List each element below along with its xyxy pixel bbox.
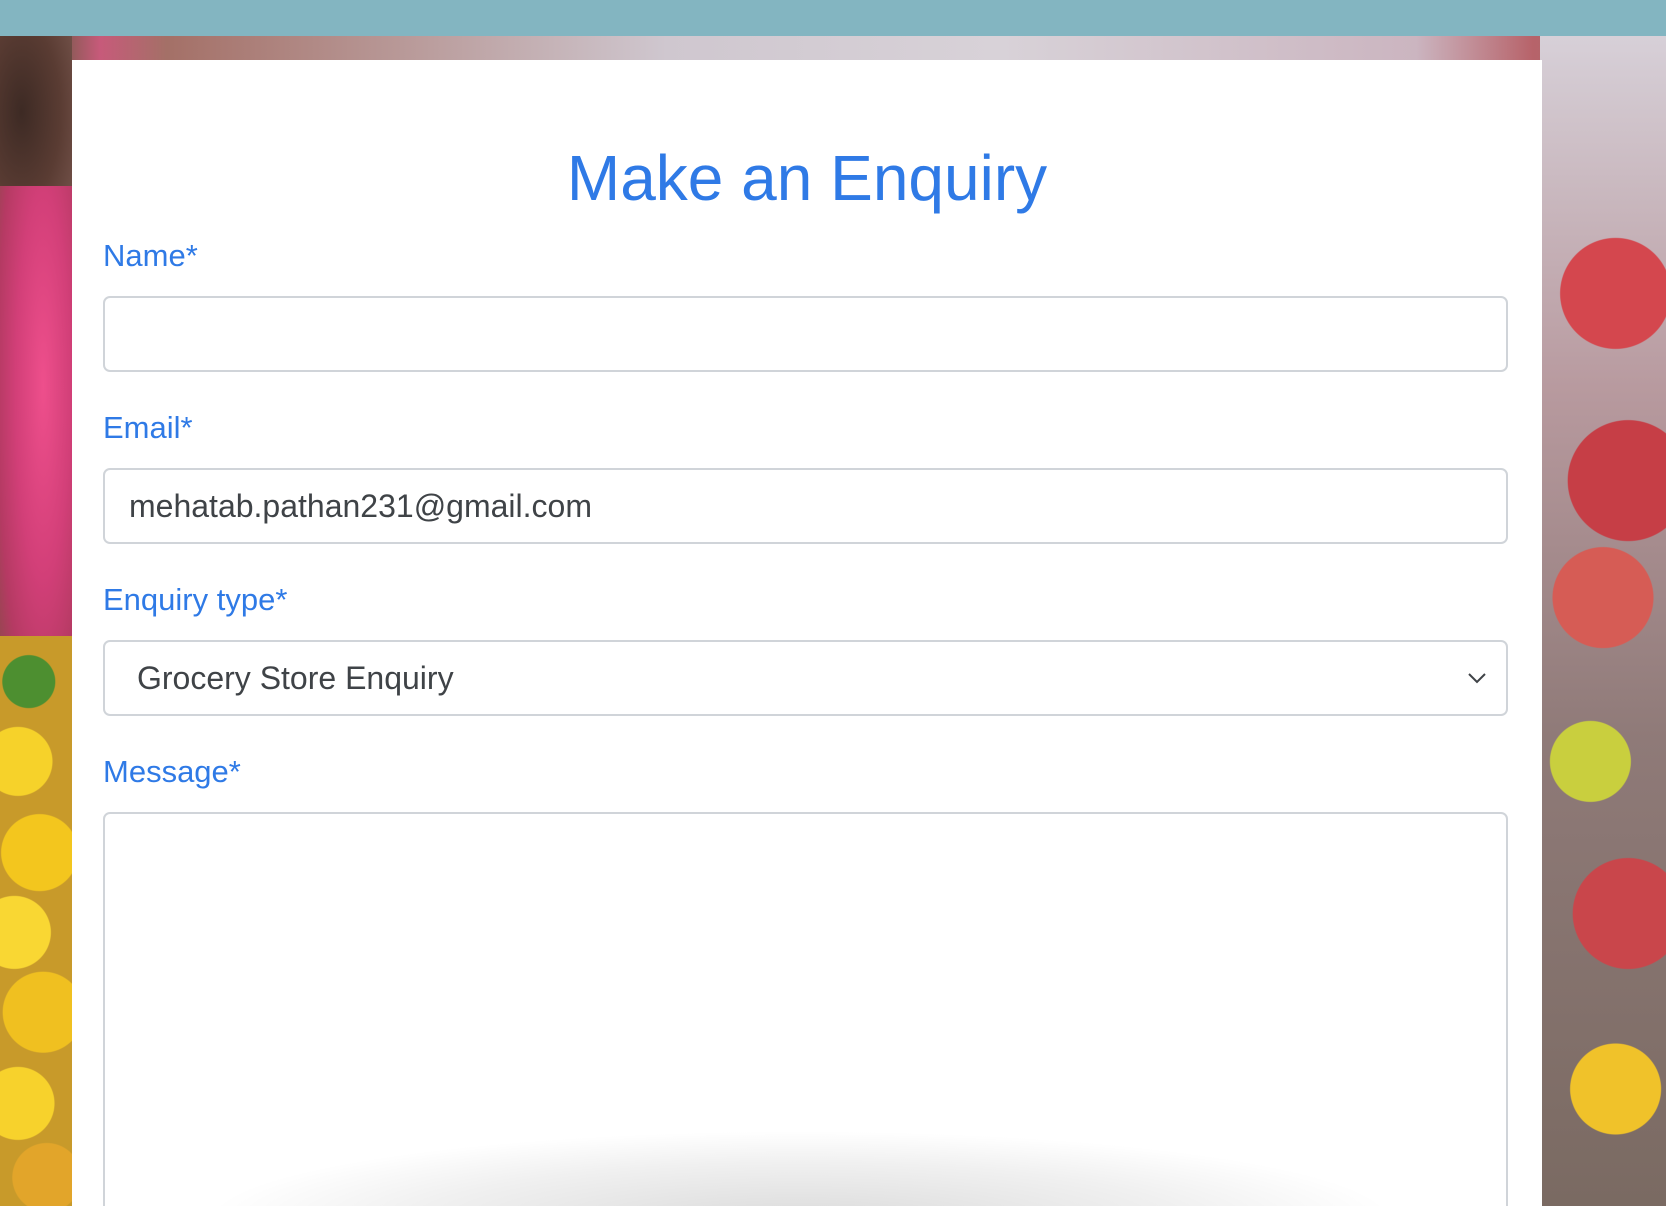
page: Make an Enquiry Name* Email* Enquiry typ… xyxy=(0,0,1666,1206)
top-bar xyxy=(0,0,1666,36)
enquiry-form-card: Make an Enquiry Name* Email* Enquiry typ… xyxy=(72,60,1542,1206)
message-label: Message* xyxy=(103,754,241,789)
chevron-down-icon xyxy=(1468,673,1486,684)
enquiry-type-select[interactable]: Grocery Store Enquiry xyxy=(103,640,1508,716)
name-input[interactable] xyxy=(103,296,1508,372)
enquiry-type-selected-value: Grocery Store Enquiry xyxy=(137,659,454,696)
message-textarea[interactable] xyxy=(103,812,1508,1206)
background-lemons xyxy=(0,636,72,1206)
background-apple-shelf xyxy=(1540,36,1666,1206)
name-label: Name* xyxy=(103,238,198,273)
email-input[interactable] xyxy=(103,468,1508,544)
form-title: Make an Enquiry xyxy=(566,142,1048,214)
background-pink-shirt xyxy=(0,186,72,686)
email-label: Email* xyxy=(103,410,193,445)
enquiry-type-label: Enquiry type* xyxy=(103,582,288,617)
